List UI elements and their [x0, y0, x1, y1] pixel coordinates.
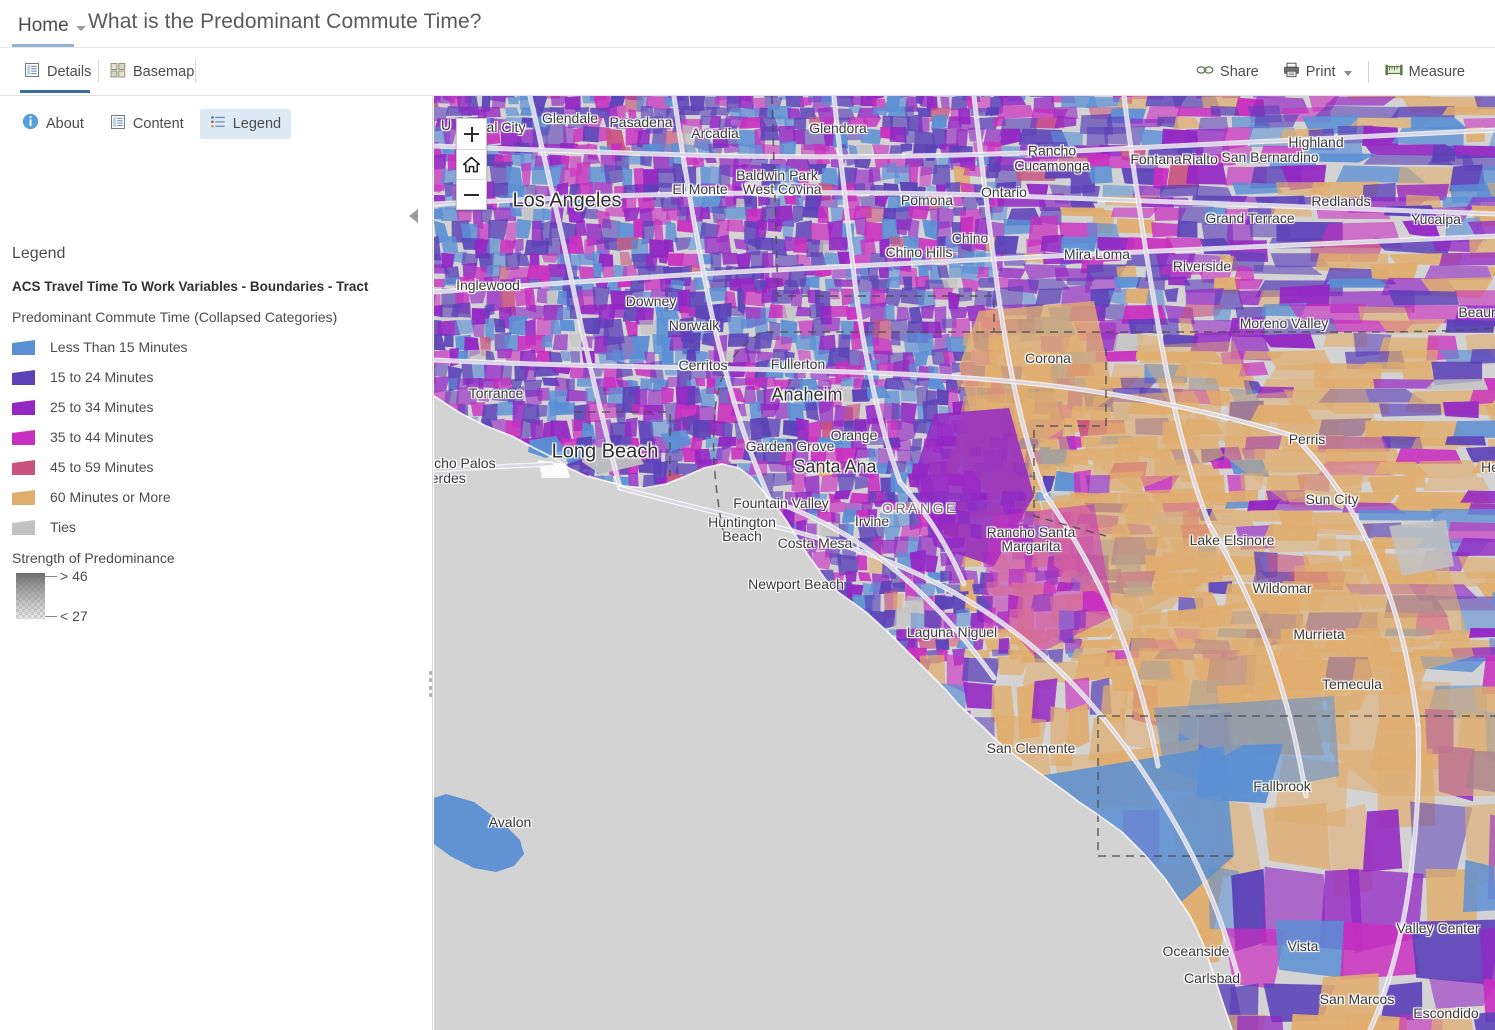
- home-extent-button[interactable]: [457, 149, 486, 179]
- tab-legend[interactable]: Legend: [200, 109, 291, 139]
- panel-tabs: About Content: [12, 108, 291, 139]
- share-button-label: Share: [1220, 64, 1259, 80]
- resize-dot: [429, 678, 433, 682]
- home-tab-label: Home: [18, 15, 69, 37]
- panel-resize-handle[interactable]: [426, 671, 433, 697]
- strength-of-predominance-title: Strength of Predominance: [12, 550, 175, 566]
- basemap-grid-icon: [110, 62, 126, 82]
- legend-swatch-container: [12, 400, 48, 415]
- legend-swatch-container: [12, 460, 48, 475]
- legend-item: 15 to 24 Minutes: [12, 362, 392, 392]
- legend-swatch-container: [12, 520, 48, 535]
- collapse-left-icon[interactable]: [409, 209, 418, 223]
- legend-item: Ties: [12, 512, 392, 542]
- legend-item: 60 Minutes or More: [12, 482, 392, 512]
- legend-swatch: [12, 370, 35, 385]
- strength-tick-low: [45, 616, 57, 617]
- zoom-out-button[interactable]: [457, 179, 486, 209]
- print-button[interactable]: Print: [1271, 59, 1364, 85]
- legend-item: 35 to 44 Minutes: [12, 422, 392, 452]
- measure-button[interactable]: Measure: [1373, 59, 1477, 85]
- legend-swatch: [12, 400, 35, 415]
- legend-item-label: 15 to 24 Minutes: [50, 369, 154, 385]
- resize-dot: [429, 693, 433, 697]
- app-header: Home What is the Predominant Commute Tim…: [0, 0, 1495, 48]
- legend-item: 25 to 34 Minutes: [12, 392, 392, 422]
- printer-icon: [1283, 62, 1300, 82]
- toolbar-divider-1: [98, 60, 99, 82]
- legend-field-title: Predominant Commute Time (Collapsed Cate…: [12, 309, 337, 325]
- ruler-icon: [1385, 62, 1403, 82]
- tab-content[interactable]: Content: [100, 109, 194, 139]
- legend-icon: [210, 114, 226, 134]
- toolbar-divider-3: [1368, 61, 1369, 83]
- legend-swatch: [12, 460, 35, 475]
- legend-swatch-container: [12, 490, 48, 505]
- legend-swatch: [12, 430, 35, 445]
- legend-item-label: Ties: [50, 519, 76, 535]
- legend-heading: Legend: [12, 245, 65, 263]
- strength-high-label: > 46: [60, 568, 88, 584]
- basemap-button[interactable]: Basemap: [110, 59, 194, 85]
- strength-gradient-swatch: [16, 573, 45, 619]
- map-canvas[interactable]: al CityUGlendalePasadenaArcadiaGlendoraR…: [434, 96, 1495, 1030]
- legend-item-label: 45 to 59 Minutes: [50, 459, 154, 475]
- map-zoom-controls: [456, 118, 487, 210]
- chevron-down-icon[interactable]: [76, 26, 86, 31]
- home-icon: [462, 156, 481, 173]
- legend-swatch-container: [12, 430, 48, 445]
- print-button-label: Print: [1306, 64, 1336, 80]
- details-active-underline: [20, 90, 90, 93]
- details-button[interactable]: Details: [24, 59, 91, 85]
- legend-swatch-container: [12, 340, 48, 355]
- legend-item: Less Than 15 Minutes: [12, 332, 392, 362]
- chevron-down-icon[interactable]: [1344, 71, 1352, 76]
- legend-layer-title: ACS Travel Time To Work Variables - Boun…: [12, 279, 368, 294]
- details-button-label: Details: [47, 64, 91, 80]
- page-title: What is the Predominant Commute Time?: [88, 10, 482, 34]
- legend-swatch: [12, 340, 35, 355]
- resize-dot: [429, 671, 433, 675]
- link-icon: [1196, 63, 1214, 81]
- strength-tick-high: [45, 576, 57, 577]
- measure-button-label: Measure: [1409, 64, 1465, 80]
- legend-swatch: [12, 520, 35, 535]
- minus-icon: [464, 187, 479, 202]
- legend-swatch: [12, 490, 35, 505]
- toolbar-right-group: Share Print: [1184, 59, 1477, 85]
- legend-item-label: 60 Minutes or More: [50, 489, 171, 505]
- content-icon: [110, 114, 126, 134]
- tab-content-label: Content: [133, 116, 184, 132]
- legend-item-label: 35 to 44 Minutes: [50, 429, 154, 445]
- tab-about-label: About: [46, 116, 84, 132]
- details-panel-icon: [24, 62, 40, 82]
- legend-item-label: 25 to 34 Minutes: [50, 399, 154, 415]
- legend-swatch-container: [12, 370, 48, 385]
- left-panel: About Content: [0, 96, 433, 1030]
- map-layers: [434, 96, 1495, 1030]
- resize-dot: [429, 686, 433, 690]
- zoom-in-button[interactable]: [457, 119, 486, 149]
- tab-about[interactable]: About: [12, 108, 94, 139]
- legend-item-label: Less Than 15 Minutes: [50, 339, 188, 355]
- toolbar-divider-2: [195, 60, 196, 82]
- share-button[interactable]: Share: [1184, 59, 1271, 85]
- info-icon: [22, 113, 39, 134]
- basemap-button-label: Basemap: [133, 64, 194, 80]
- legend-item: 45 to 59 Minutes: [12, 452, 392, 482]
- tab-legend-label: Legend: [233, 116, 281, 132]
- legend-item-list: Less Than 15 Minutes 15 to 24 Minutes 25 t…: [12, 332, 392, 542]
- main-toolbar: Details Basemap: [0, 48, 1495, 96]
- strength-low-label: < 27: [60, 608, 88, 624]
- home-tab[interactable]: Home: [10, 6, 94, 46]
- plus-icon: [464, 127, 479, 142]
- map-viewer-app: Home What is the Predominant Commute Tim…: [0, 0, 1495, 1030]
